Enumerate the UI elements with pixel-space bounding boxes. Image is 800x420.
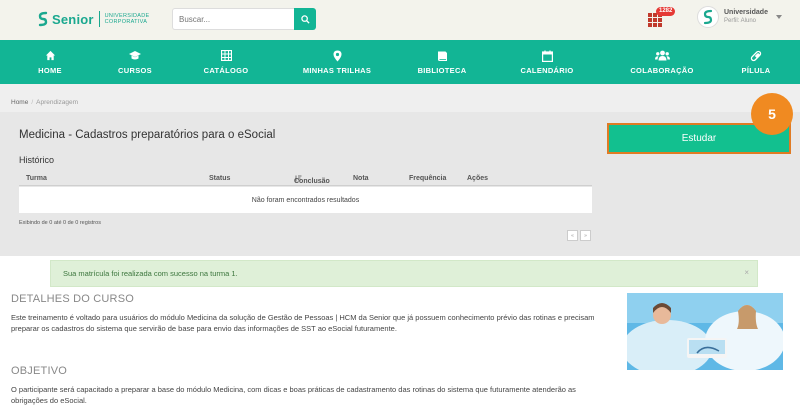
top-header: Senior Universidade Corporativa 1282: [0, 0, 800, 40]
column-header-status[interactable]: Status: [209, 175, 230, 182]
breadcrumb: Home / Aprendizagem: [11, 99, 78, 106]
logo-divider: [98, 11, 100, 27]
pill-icon: [750, 50, 762, 62]
nav-label-biblioteca: BIBLIOTECA: [417, 65, 467, 75]
breadcrumb-bar: [0, 84, 800, 112]
profile-text: Universidade Perfil: Aluno: [724, 9, 768, 25]
main-navigation: HOME CURSOS CATÁLOGO MINHAS TRILHAS BIBL…: [0, 40, 800, 84]
table-pager: « »: [565, 230, 591, 241]
nav-item-colaboracao[interactable]: COLABORAÇÃO: [602, 40, 722, 84]
graduation-cap-icon: [128, 50, 142, 62]
history-table-header: Turma Status Conclusão Nota Frequência A…: [19, 172, 592, 186]
profile-role: Perfil: Aluno: [724, 18, 757, 24]
objective-title: OBJETIVO: [11, 365, 67, 377]
search-input[interactable]: [172, 8, 294, 30]
search-button[interactable]: [294, 8, 316, 30]
success-alert: Sua matrícula foi realizada com sucesso …: [50, 260, 758, 287]
logo-subtitle: Universidade Corporativa: [105, 13, 150, 26]
page-title: Medicina - Cadastros preparatórios para …: [19, 129, 276, 141]
senior-logo-icon: [38, 11, 48, 27]
details-text: Este treinamento é voltado para usuários…: [11, 313, 595, 333]
search-box: [172, 8, 316, 30]
nav-label-home: HOME: [38, 65, 62, 75]
logo-subtitle-line-2: Corporativa: [104, 19, 148, 25]
nav-label-calendario: CALENDÁRIO: [520, 65, 574, 75]
user-profile-menu[interactable]: Universidade Perfil: Aluno: [697, 6, 782, 28]
nav-item-pilula[interactable]: PÍLULA: [722, 40, 790, 84]
column-header-conclusao[interactable]: Conclusão: [294, 175, 330, 185]
column-header-frequencia[interactable]: Frequência: [409, 175, 446, 182]
avatar: [697, 6, 719, 28]
details-title: DETALHES DO CURSO: [11, 293, 134, 305]
nav-label-minhas-trilhas: MINHAS TRILHAS: [302, 65, 372, 75]
records-info: Exibindo de 0 até 0 de 0 registros: [19, 220, 101, 226]
notification-badge: 1282: [656, 7, 676, 16]
pager-previous-button[interactable]: «: [567, 230, 578, 241]
users-icon: [654, 50, 670, 62]
nav-label-cursos: CURSOS: [118, 65, 152, 75]
history-table-empty-row: Não foram encontrados resultados: [19, 187, 592, 213]
logo-brand-text: Senior: [52, 11, 94, 27]
nav-item-minhas-trilhas[interactable]: MINHAS TRILHAS: [282, 40, 392, 84]
nav-item-home[interactable]: HOME: [0, 40, 100, 84]
column-header-acoes: Ações: [467, 175, 489, 182]
step-marker: 5: [751, 93, 793, 135]
senior-logo[interactable]: Senior Universidade Corporativa: [38, 11, 150, 27]
column-header-conclusao-label: Conclusão: [294, 178, 330, 185]
alert-message: Sua matrícula foi realizada com sucesso …: [63, 269, 238, 278]
objective-text: O participante será capacitado a prepara…: [11, 385, 576, 405]
nav-label-pilula: PÍLULA: [741, 65, 771, 75]
logo-subtitle-line-1: Universidade: [104, 12, 150, 19]
search-icon: [300, 14, 310, 24]
nav-item-catalogo[interactable]: CATÁLOGO: [170, 40, 282, 84]
breadcrumb-home[interactable]: Home: [11, 99, 28, 106]
profile-name: Universidade: [724, 9, 768, 16]
calendar-icon: [541, 50, 553, 62]
nav-item-calendario[interactable]: CALENDÁRIO: [492, 40, 602, 84]
map-pin-icon: [333, 50, 342, 62]
breadcrumb-current: Aprendizagem: [36, 99, 79, 106]
nav-item-biblioteca[interactable]: BIBLIOTECA: [392, 40, 492, 84]
column-header-turma[interactable]: Turma: [26, 175, 47, 182]
apps-launcher[interactable]: 1282: [648, 7, 676, 27]
column-header-nota[interactable]: Nota: [353, 175, 369, 182]
nav-label-colaboracao: COLABORAÇÃO: [630, 65, 694, 75]
book-icon: [437, 50, 448, 62]
senior-avatar-icon: [703, 9, 713, 25]
nav-label-catalogo: CATÁLOGO: [203, 65, 249, 75]
close-icon[interactable]: ×: [744, 268, 749, 277]
history-label: Histórico: [19, 155, 55, 165]
nav-item-cursos[interactable]: CURSOS: [100, 40, 170, 84]
course-image: [627, 293, 783, 370]
home-icon: [45, 50, 56, 62]
chevron-down-icon: [775, 15, 782, 19]
breadcrumb-separator: /: [31, 99, 34, 106]
pager-next-button[interactable]: »: [580, 230, 591, 241]
grid-icon: [220, 50, 232, 62]
